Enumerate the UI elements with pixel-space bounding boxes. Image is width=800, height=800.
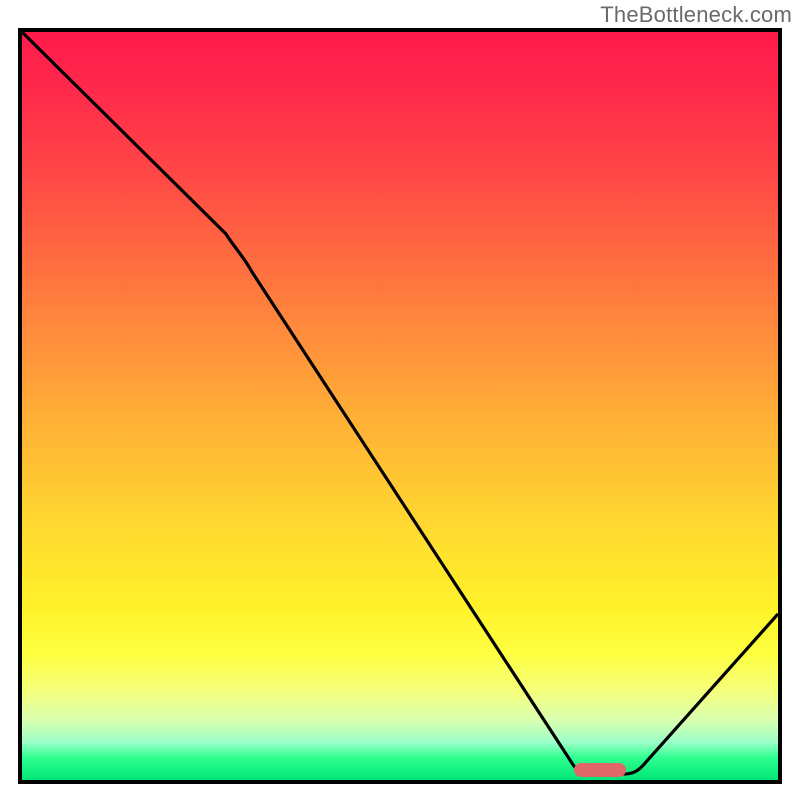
chart-background-gradient — [22, 32, 778, 780]
chart-frame — [18, 28, 782, 784]
optimum-marker — [574, 763, 626, 777]
attribution-text: TheBottleneck.com — [600, 2, 792, 28]
